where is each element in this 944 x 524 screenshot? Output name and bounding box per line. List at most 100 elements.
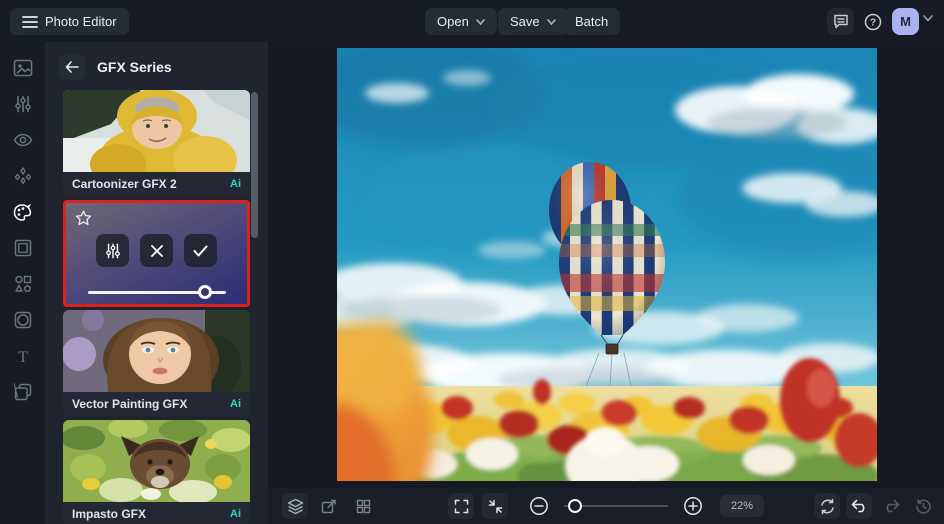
sidebar-item-overlays[interactable] xyxy=(0,374,45,410)
card-label-bar: Vector Painting GFX Ai xyxy=(63,392,250,416)
arrow-left-icon xyxy=(65,61,79,73)
cartoonizer-thumbnail xyxy=(63,90,250,172)
eye-icon xyxy=(13,133,33,147)
zoom-level-display[interactable]: 22% xyxy=(720,495,764,517)
card-name: Vector Painting GFX xyxy=(72,397,188,411)
save-button[interactable]: Save xyxy=(498,8,568,35)
canvas-area[interactable] xyxy=(268,42,944,488)
apply-effect-button[interactable] xyxy=(184,234,217,267)
ai-badge: Ai xyxy=(230,508,241,520)
overlays-icon xyxy=(13,383,32,401)
fullscreen-button[interactable] xyxy=(448,493,474,519)
app-title: Photo Editor xyxy=(45,14,117,29)
favorite-star-icon[interactable] xyxy=(75,210,92,226)
effect-card-cartoonizer[interactable]: Cartoonizer GFX 2 Ai xyxy=(63,90,250,196)
redo-icon xyxy=(883,499,900,513)
slider-handle[interactable] xyxy=(198,285,213,299)
redo-button[interactable] xyxy=(878,493,904,519)
batch-button[interactable]: Batch xyxy=(563,8,621,35)
effect-card-impasto[interactable]: Impasto GFX Ai xyxy=(63,420,250,524)
feedback-button[interactable] xyxy=(827,8,854,35)
fit-to-screen-button[interactable] xyxy=(482,493,508,519)
panel-title: GFX Series xyxy=(97,59,172,75)
main-menu-button[interactable]: Photo Editor xyxy=(10,8,129,35)
fullscreen-icon xyxy=(454,499,469,514)
account-menu-chevron[interactable] xyxy=(923,15,933,22)
panel-scrollbar[interactable] xyxy=(251,92,258,238)
grid-icon xyxy=(356,499,371,514)
user-avatar[interactable]: M xyxy=(892,8,919,35)
compare-icon xyxy=(819,498,836,515)
undo-icon xyxy=(851,499,868,513)
help-button[interactable]: ? xyxy=(859,8,886,35)
card-name: Impasto GFX xyxy=(72,507,147,521)
sidebar-item-text[interactable]: T xyxy=(0,338,45,374)
sidebar-item-adjustments[interactable] xyxy=(0,86,45,122)
sidebar-item-filters[interactable] xyxy=(0,194,45,230)
zoom-slider-handle[interactable] xyxy=(568,499,583,513)
back-button[interactable] xyxy=(59,54,85,80)
sliders-icon xyxy=(105,243,121,259)
resize-button[interactable] xyxy=(316,493,342,519)
open-label: Open xyxy=(437,14,469,29)
plus-circle-icon xyxy=(683,496,703,516)
chevron-down-icon xyxy=(546,18,556,25)
zoom-slider[interactable] xyxy=(564,499,668,513)
svg-text:T: T xyxy=(18,349,28,364)
layers-icon xyxy=(287,498,304,515)
effect-intensity-slider[interactable] xyxy=(88,285,226,299)
zoom-out-button[interactable] xyxy=(526,493,552,519)
zoom-in-button[interactable] xyxy=(680,493,706,519)
palette-icon xyxy=(13,203,33,222)
effect-card-vector-painting[interactable]: Vector Painting GFX Ai xyxy=(63,310,250,416)
templates-button[interactable] xyxy=(350,493,376,519)
card-label-bar: Cartoonizer GFX 2 Ai xyxy=(63,172,250,196)
save-label: Save xyxy=(510,14,540,29)
tool-rail: T xyxy=(0,42,45,524)
card-name: Cartoonizer GFX 2 xyxy=(72,177,177,191)
help-icon: ? xyxy=(864,13,882,31)
sidebar-item-photo[interactable] xyxy=(0,50,45,86)
gfx-series-panel: GFX Series Cartoonizer GFX 2 Ai Vector P… xyxy=(45,42,268,524)
adjustments-icon xyxy=(14,95,32,113)
impasto-thumbnail xyxy=(63,420,250,502)
mask-icon xyxy=(14,311,32,329)
chevron-down-icon xyxy=(476,18,485,25)
cancel-effect-button[interactable] xyxy=(140,234,173,267)
batch-label: Batch xyxy=(575,14,609,29)
edited-image[interactable] xyxy=(337,48,877,481)
close-icon xyxy=(150,244,164,258)
svg-text:?: ? xyxy=(869,17,875,28)
sidebar-item-effects[interactable] xyxy=(0,158,45,194)
layers-button[interactable] xyxy=(282,493,308,519)
compare-button[interactable] xyxy=(814,493,840,519)
zoom-level-value: 22% xyxy=(730,500,754,512)
sidebar-item-focus[interactable] xyxy=(0,122,45,158)
frame-icon xyxy=(14,239,32,257)
active-effect-card[interactable] xyxy=(63,200,250,307)
sidebar-item-masks[interactable] xyxy=(0,302,45,338)
vector-painting-thumbnail xyxy=(63,310,250,392)
shapes-icon xyxy=(14,275,32,293)
resize-icon xyxy=(321,498,337,514)
open-button[interactable]: Open xyxy=(425,8,497,35)
fit-screen-icon xyxy=(488,499,503,514)
sidebar-item-graphics[interactable] xyxy=(0,266,45,302)
sparkles-icon xyxy=(14,167,32,185)
undo-button[interactable] xyxy=(846,493,872,519)
card-label-bar: Impasto GFX Ai xyxy=(63,502,250,524)
history-button[interactable] xyxy=(910,493,936,519)
history-icon xyxy=(915,498,932,515)
feedback-icon xyxy=(833,14,849,29)
text-icon: T xyxy=(14,348,32,364)
avatar-initial: M xyxy=(900,14,911,29)
check-icon xyxy=(193,245,208,257)
effect-settings-button[interactable] xyxy=(96,234,129,267)
sidebar-item-frames[interactable] xyxy=(0,230,45,266)
hamburger-icon xyxy=(22,15,38,29)
minus-circle-icon xyxy=(529,496,549,516)
ai-badge: Ai xyxy=(230,178,241,190)
photo-icon xyxy=(13,59,33,77)
ai-badge: Ai xyxy=(230,398,241,410)
status-bar: 22% xyxy=(268,488,944,524)
